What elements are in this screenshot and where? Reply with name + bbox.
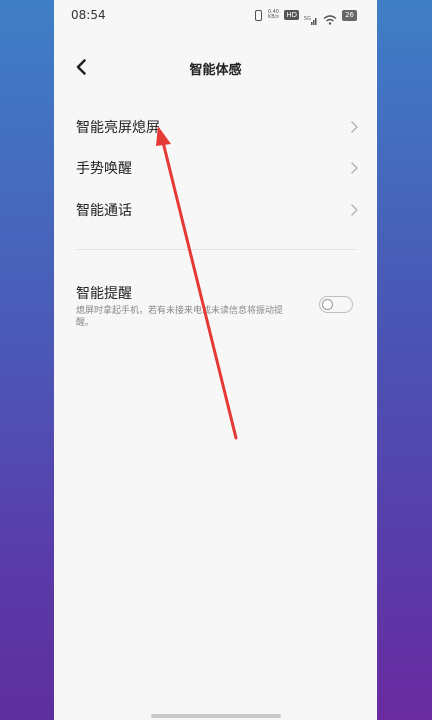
chevron-right-icon xyxy=(351,121,358,133)
home-indicator[interactable] xyxy=(151,714,281,718)
nav-bar: 智能体感 xyxy=(54,52,377,84)
menu-item-label: 智能亮屏熄屏 xyxy=(76,120,160,136)
toggle-knob xyxy=(322,298,333,310)
menu-item-label: 智能通话 xyxy=(76,203,132,219)
smart-reminder-toggle[interactable] xyxy=(319,296,353,313)
signal-icon: 5G xyxy=(304,10,318,25)
menu-item-smart-call[interactable]: 智能通话 xyxy=(54,193,377,227)
status-time: 08:54 xyxy=(71,8,106,22)
vibrate-icon xyxy=(255,9,263,21)
hd-icon: HD xyxy=(284,10,300,20)
phone-screen: 08:54 0.40 KB/s HD 5G 26 智能体感 智能亮屏熄屏 手势唤… xyxy=(54,0,377,720)
menu-item-smart-screen[interactable]: 智能亮屏熄屏 xyxy=(54,110,377,144)
left-background xyxy=(0,0,54,720)
status-bar: 08:54 0.40 KB/s HD 5G 26 xyxy=(54,0,377,32)
network-speed: 0.40 KB/s xyxy=(267,9,279,20)
chevron-right-icon xyxy=(351,204,358,216)
battery-icon: 26 xyxy=(342,9,357,21)
section-divider xyxy=(76,249,357,250)
page-title: 智能体感 xyxy=(189,63,242,78)
status-icons: 0.40 KB/s HD 5G 26 xyxy=(255,8,357,25)
menu-item-gesture-wake[interactable]: 手势唤醒 xyxy=(54,151,377,185)
smart-reminder-description: 熄屏时拿起手机，若有未接来电或未读信息将振动提醒。 xyxy=(76,306,284,328)
wifi-icon xyxy=(323,10,337,25)
svg-text:5G: 5G xyxy=(304,16,311,22)
menu-item-label: 手势唤醒 xyxy=(76,161,132,177)
chevron-right-icon xyxy=(351,162,358,174)
smart-reminder-title: 智能提醒 xyxy=(76,286,132,302)
right-background xyxy=(377,0,432,720)
